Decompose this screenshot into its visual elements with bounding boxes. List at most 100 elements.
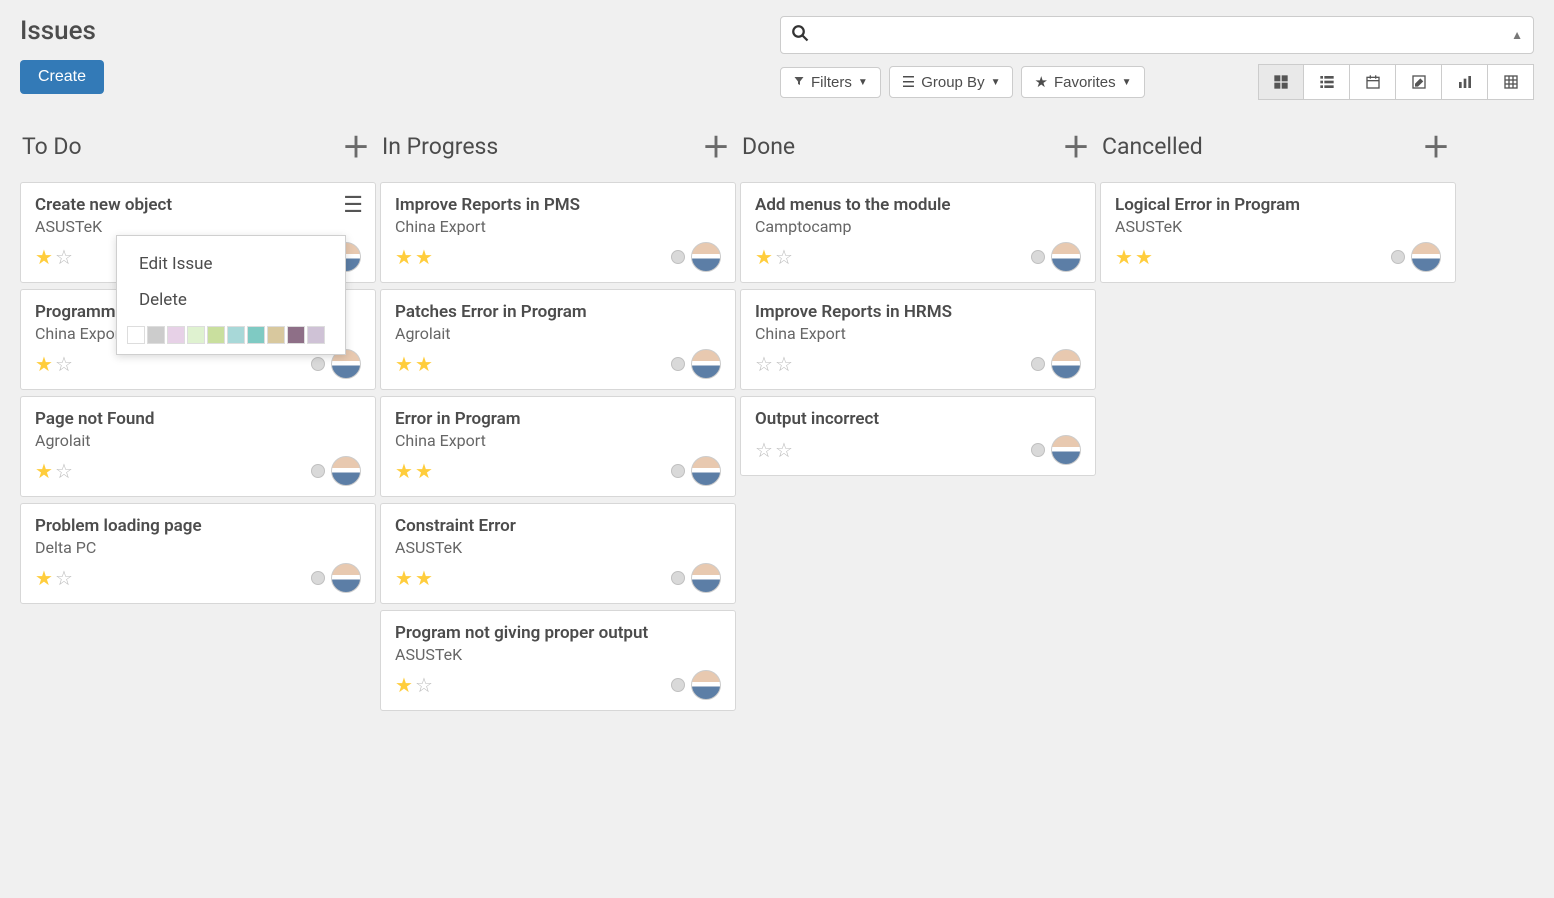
star-icon[interactable]: ☆ — [55, 459, 73, 483]
assignee-avatar[interactable] — [691, 563, 721, 593]
add-card-button[interactable]: ＋ — [1062, 126, 1090, 166]
color-swatch[interactable] — [267, 326, 285, 344]
assignee-avatar[interactable] — [691, 456, 721, 486]
star-icon[interactable]: ★ — [395, 673, 413, 697]
star-icon[interactable]: ★ — [35, 566, 53, 590]
filters-button[interactable]: Filters ▼ — [780, 67, 881, 98]
kanban-state-dot[interactable] — [1031, 250, 1045, 264]
assignee-avatar[interactable] — [331, 563, 361, 593]
search-expand-icon[interactable]: ▲ — [1511, 28, 1523, 42]
kanban-card[interactable]: Constraint ErrorASUSTeK★★ — [380, 503, 736, 604]
ctx-edit-issue[interactable]: Edit Issue — [117, 246, 345, 282]
kanban-card[interactable]: Logical Error in ProgramASUSTeK★★ — [1100, 182, 1456, 283]
color-swatch[interactable] — [287, 326, 305, 344]
star-icon[interactable]: ☆ — [775, 352, 793, 376]
star-icon[interactable]: ☆ — [775, 245, 793, 269]
star-icon[interactable]: ☆ — [55, 566, 73, 590]
star-icon[interactable]: ★ — [1115, 245, 1133, 269]
priority-stars[interactable]: ★☆ — [755, 245, 793, 269]
priority-stars[interactable]: ★★ — [1115, 245, 1153, 269]
kanban-card[interactable]: ☰Create new objectASUSTeK★☆Edit IssueDel… — [20, 182, 376, 283]
star-icon[interactable]: ★ — [415, 459, 433, 483]
star-icon[interactable]: ☆ — [775, 438, 793, 462]
kanban-card[interactable]: Error in ProgramChina Export★★ — [380, 396, 736, 497]
kanban-state-dot[interactable] — [671, 357, 685, 371]
star-icon[interactable]: ★ — [415, 352, 433, 376]
star-icon[interactable]: ★ — [35, 459, 53, 483]
assignee-avatar[interactable] — [1051, 435, 1081, 465]
priority-stars[interactable]: ★★ — [395, 352, 433, 376]
assignee-avatar[interactable] — [1051, 349, 1081, 379]
star-icon[interactable]: ★ — [755, 245, 773, 269]
priority-stars[interactable]: ★☆ — [395, 673, 433, 697]
star-icon[interactable]: ★ — [415, 245, 433, 269]
add-card-button[interactable]: ＋ — [702, 126, 730, 166]
color-swatch[interactable] — [127, 326, 145, 344]
view-calendar-button[interactable] — [1350, 64, 1396, 100]
kanban-card[interactable]: Problem loading pageDelta PC★☆ — [20, 503, 376, 604]
star-icon[interactable]: ☆ — [755, 438, 773, 462]
assignee-avatar[interactable] — [1411, 242, 1441, 272]
priority-stars[interactable]: ★★ — [395, 566, 433, 590]
kanban-state-dot[interactable] — [1391, 250, 1405, 264]
kanban-card[interactable]: Program not giving proper outputASUSTeK★… — [380, 610, 736, 711]
assignee-avatar[interactable] — [691, 670, 721, 700]
view-graph-button[interactable] — [1442, 64, 1488, 100]
color-swatch[interactable] — [147, 326, 165, 344]
star-icon[interactable]: ★ — [415, 566, 433, 590]
assignee-avatar[interactable] — [691, 242, 721, 272]
color-swatch[interactable] — [227, 326, 245, 344]
star-icon[interactable]: ☆ — [755, 352, 773, 376]
kanban-state-dot[interactable] — [671, 678, 685, 692]
add-card-button[interactable]: ＋ — [1422, 126, 1450, 166]
kanban-card[interactable]: Output incorrect☆☆ — [740, 396, 1096, 476]
star-icon[interactable]: ★ — [35, 245, 53, 269]
color-swatch[interactable] — [247, 326, 265, 344]
star-icon[interactable]: ☆ — [55, 352, 73, 376]
star-icon[interactable]: ★ — [395, 352, 413, 376]
priority-stars[interactable]: ★★ — [395, 459, 433, 483]
star-icon[interactable]: ☆ — [415, 673, 433, 697]
priority-stars[interactable]: ☆☆ — [755, 438, 793, 462]
search-box[interactable]: ▲ — [780, 16, 1534, 54]
kanban-card[interactable]: Improve Reports in PMSChina Export★★ — [380, 182, 736, 283]
kanban-card[interactable]: Add menus to the moduleCamptocamp★☆ — [740, 182, 1096, 283]
color-swatch[interactable] — [187, 326, 205, 344]
view-form-button[interactable] — [1396, 64, 1442, 100]
priority-stars[interactable]: ★☆ — [35, 352, 73, 376]
assignee-avatar[interactable] — [331, 456, 361, 486]
favorites-button[interactable]: ★ Favorites ▼ — [1021, 66, 1144, 98]
add-card-button[interactable]: ＋ — [342, 126, 370, 166]
create-button[interactable]: Create — [20, 60, 104, 94]
color-swatch[interactable] — [167, 326, 185, 344]
card-menu-icon[interactable]: ☰ — [343, 193, 363, 218]
kanban-state-dot[interactable] — [671, 250, 685, 264]
kanban-state-dot[interactable] — [1031, 357, 1045, 371]
kanban-state-dot[interactable] — [671, 571, 685, 585]
kanban-card[interactable]: Improve Reports in HRMSChina Export☆☆ — [740, 289, 1096, 390]
star-icon[interactable]: ★ — [1135, 245, 1153, 269]
groupby-button[interactable]: ☰ Group By ▼ — [889, 66, 1014, 98]
view-pivot-button[interactable] — [1488, 64, 1534, 100]
star-icon[interactable]: ★ — [395, 245, 413, 269]
kanban-state-dot[interactable] — [671, 464, 685, 478]
priority-stars[interactable]: ★☆ — [35, 245, 73, 269]
color-swatch[interactable] — [307, 326, 325, 344]
kanban-card[interactable]: Page not FoundAgrolait★☆ — [20, 396, 376, 497]
priority-stars[interactable]: ★★ — [395, 245, 433, 269]
star-icon[interactable]: ☆ — [55, 245, 73, 269]
star-icon[interactable]: ★ — [35, 352, 53, 376]
priority-stars[interactable]: ★☆ — [35, 566, 73, 590]
star-icon[interactable]: ★ — [395, 566, 413, 590]
priority-stars[interactable]: ★☆ — [35, 459, 73, 483]
view-kanban-button[interactable] — [1258, 64, 1304, 100]
priority-stars[interactable]: ☆☆ — [755, 352, 793, 376]
kanban-state-dot[interactable] — [1031, 443, 1045, 457]
view-list-button[interactable] — [1304, 64, 1350, 100]
search-input[interactable] — [809, 27, 1511, 44]
kanban-card[interactable]: Patches Error in ProgramAgrolait★★ — [380, 289, 736, 390]
assignee-avatar[interactable] — [691, 349, 721, 379]
ctx-delete[interactable]: Delete — [117, 282, 345, 318]
color-swatch[interactable] — [207, 326, 225, 344]
kanban-state-dot[interactable] — [311, 464, 325, 478]
